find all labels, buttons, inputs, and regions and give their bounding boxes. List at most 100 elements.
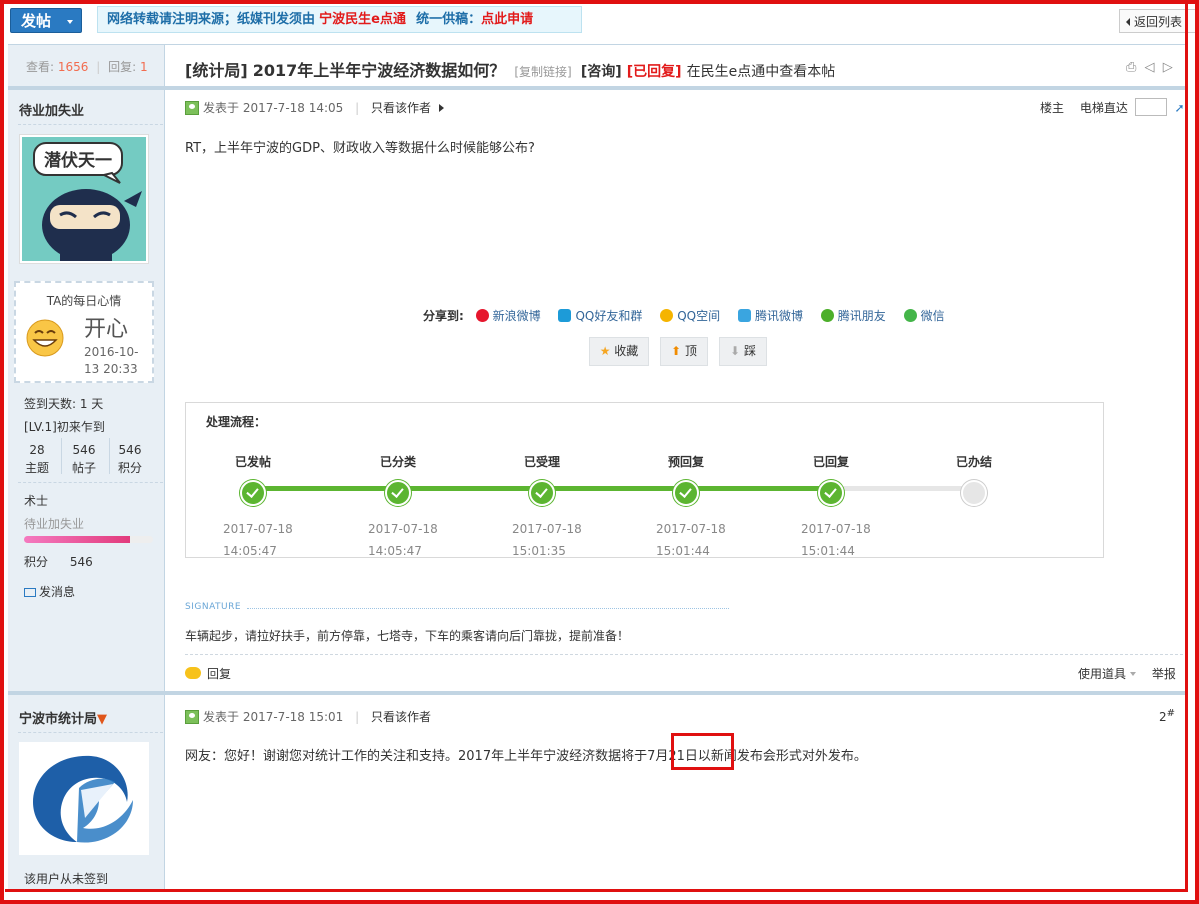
notice-link-apply[interactable]: 点此申请	[481, 12, 533, 27]
post-content-before: 网友：您好！谢谢您对统计工作的关注和支持。2017年上半年宁波经济数据将于	[185, 749, 648, 764]
stat-threads[interactable]: 28 主题	[17, 441, 57, 477]
only-author-link[interactable]: 只看该作者	[371, 710, 431, 724]
qq-icon	[558, 309, 572, 322]
avatar[interactable]: 潜伏天一	[19, 134, 149, 264]
downvote-button[interactable]: ⬇ 踩	[719, 337, 767, 366]
check-circle-icon	[673, 480, 699, 506]
report-button[interactable]: 举报	[1152, 667, 1176, 681]
arrow-up-icon: ⬆	[671, 344, 682, 358]
share-tencent-weibo[interactable]: 腾讯微博	[737, 309, 803, 323]
step-date: 2017-07-18	[512, 522, 582, 536]
upvote-button[interactable]: ⬆ 顶	[660, 337, 708, 366]
share-qq-label: QQ好友和群	[575, 309, 643, 323]
floor-mark: #	[1166, 708, 1176, 719]
jump-go-icon[interactable]: ➚	[1175, 101, 1185, 115]
check-circle-icon	[385, 480, 411, 506]
rank-progress-fill	[24, 536, 130, 543]
share-qzone[interactable]: QQ空间	[660, 309, 720, 323]
notice-link-eservice[interactable]: 宁波民生e点通	[319, 12, 406, 27]
favorite-button[interactable]: ★ 收藏	[589, 337, 649, 366]
qzone-icon	[660, 309, 674, 322]
step-time: 14:05:47	[368, 544, 422, 558]
user-online-icon	[185, 710, 199, 724]
check-circle-icon	[818, 480, 844, 506]
share-wechat[interactable]: 微信	[903, 309, 945, 323]
statistics-bureau-logo-icon	[19, 742, 149, 855]
tencent-weibo-icon	[737, 309, 751, 322]
share-tencent-friends[interactable]: 腾讯朋友	[820, 309, 886, 323]
send-message-label: 发消息	[39, 585, 76, 599]
process-step: 已发帖 2017-07-18 14:05:47	[208, 453, 298, 562]
share-qq[interactable]: QQ好友和群	[558, 309, 642, 323]
process-step: 已受理 2017-07-18 15:01:35	[497, 453, 587, 562]
stat-value: 546	[118, 443, 142, 457]
favorite-label: 收藏	[614, 344, 639, 358]
post-author[interactable]: 宁波市统计局▼	[19, 708, 107, 727]
rank-title: 术士	[24, 494, 49, 508]
thread-status: [已回复]	[626, 64, 682, 80]
mood-title: TA的每日心情	[46, 294, 122, 308]
prev-thread-icon[interactable]: ◁	[1145, 60, 1155, 75]
thread-category[interactable]: [统计局]	[185, 61, 248, 80]
new-post-button[interactable]: 发帖	[10, 8, 82, 33]
floor-jump-input[interactable]	[1134, 98, 1167, 116]
user-level[interactable]: [LV.1]初来乍到	[24, 418, 105, 435]
next-thread-icon[interactable]: ▷	[1163, 60, 1173, 75]
views-label: 查看:	[26, 60, 55, 74]
share-weibo[interactable]: 新浪微博	[475, 309, 541, 323]
step-date: 2017-07-18	[801, 522, 871, 536]
check-circle-icon	[529, 480, 555, 506]
post-author-name: 宁波市统计局	[19, 712, 98, 727]
post-meta: 发表于 2017-7-18 15:01 | 只看该作者	[185, 708, 431, 725]
step-name: 已办结	[955, 455, 992, 469]
floor-nav: 楼主 电梯直达 ➚	[1040, 98, 1185, 116]
stat-value: 28	[29, 443, 45, 457]
divider	[247, 608, 729, 609]
floor-number-value: 2	[1159, 710, 1167, 724]
thread-type[interactable]: [咨询]	[581, 64, 622, 80]
thread-stats: 查看: 1656 | 回复: 1	[26, 60, 148, 74]
chevron-down-icon[interactable]	[67, 20, 73, 24]
only-author-link[interactable]: 只看该作者	[371, 101, 431, 115]
downvote-label: 踩	[743, 344, 756, 358]
send-message-link[interactable]: 发消息	[24, 583, 75, 600]
thread-title: [统计局] 2017年上半年宁波经济数据如何？ [复制链接] [咨询] [已回复…	[185, 57, 835, 81]
process-step: 已办结	[929, 453, 1019, 506]
chevron-down-icon	[1130, 672, 1137, 676]
floor-number[interactable]: 2#	[1159, 708, 1175, 724]
user-online-icon	[185, 101, 199, 115]
step-date: 2017-07-18	[656, 522, 726, 536]
happy-face-icon	[26, 319, 64, 357]
mood-value: 开心	[84, 317, 129, 342]
post-tools: 使用道具 举报	[1078, 665, 1176, 682]
share-bar: 分享到: 新浪微博 QQ好友和群 QQ空间 腾讯微博 腾讯朋友 微信	[423, 307, 959, 324]
use-tools-button[interactable]: 使用道具	[1078, 667, 1137, 681]
use-tools-label: 使用道具	[1078, 667, 1127, 681]
process-box: 处理流程： 已发帖 2017-07-18 14:05:47 已分类 2017-07…	[185, 402, 1104, 558]
wechat-icon	[903, 309, 917, 322]
print-icon[interactable]: ⎙	[1126, 60, 1136, 75]
caret-right-icon[interactable]	[439, 104, 445, 112]
copy-link[interactable]: [复制链接]	[514, 65, 571, 79]
share-tencent-friends-label: 腾讯朋友	[837, 309, 886, 323]
divider	[18, 732, 163, 733]
reply-button[interactable]: 回复	[185, 665, 231, 682]
view-in-app-link[interactable]: 在民生e点通中查看本帖	[687, 64, 836, 80]
step-name: 已分类	[379, 455, 416, 469]
avatar-text: 潜伏天一	[44, 150, 112, 171]
stat-credits[interactable]: 546 积分	[110, 441, 150, 477]
highlight-box	[671, 733, 734, 770]
stat-label: 主题	[24, 461, 49, 475]
post-author[interactable]: 待业加失业	[19, 100, 84, 119]
replies-label: 回复:	[108, 60, 137, 74]
notice-text: 网络转载请注明来源；纸媒刊发须由	[107, 12, 316, 27]
back-to-list-button[interactable]: 返回列表	[1119, 9, 1199, 33]
back-to-list-label: 返回列表	[1134, 15, 1183, 29]
stat-posts[interactable]: 546 帖子	[64, 441, 104, 477]
step-time: 14:05:47	[223, 544, 277, 558]
avatar[interactable]	[19, 742, 149, 855]
step-time: 15:01:35	[512, 544, 566, 558]
step-date: 2017-07-18	[368, 522, 438, 536]
star-icon: ★	[599, 344, 611, 358]
divider	[8, 691, 1188, 695]
